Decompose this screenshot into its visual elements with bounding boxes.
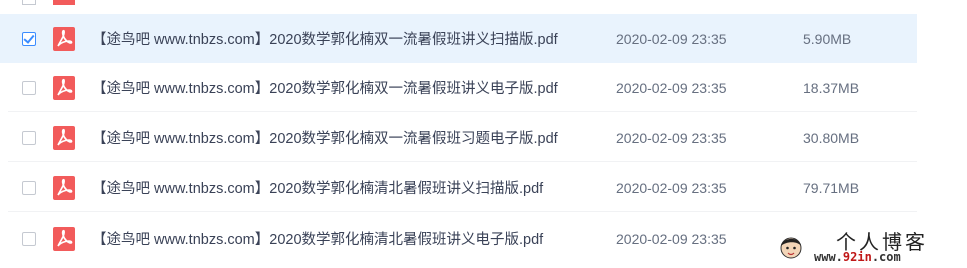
file-date: 2020-02-09 23:35 [616,230,727,247]
watermark-url-prefix: www. [814,250,843,264]
file-name[interactable]: 【途鸟吧 www.tnbzs.com】2020数学郭化楠清北暑假班讲义扫描版.p… [92,177,543,198]
pdf-file-icon [53,26,75,51]
file-name[interactable]: 【途鸟吧 www.tnbzs.com】2020数学郭化楠双一流暑假班讲义扫描版.… [92,28,558,49]
pdf-file-icon [53,226,75,251]
file-name[interactable]: 【途鸟吧 www.tnbzs.com】2020数学郭化楠清北暑假班讲义电子版.p… [92,228,543,249]
row-divider [8,161,917,162]
row-divider [8,211,917,212]
previous-row-pdf-icon [53,0,75,5]
file-row[interactable]: 【途鸟吧 www.tnbzs.com】2020数学郭化楠清北暑假班讲义扫描版.p… [0,163,917,212]
file-date: 2020-02-09 23:35 [616,79,727,96]
file-row[interactable]: 【途鸟吧 www.tnbzs.com】2020数学郭化楠双一流暑假班讲义电子版.… [0,63,917,112]
previous-row-checkbox[interactable] [22,0,36,5]
file-date: 2020-02-09 23:35 [616,30,727,47]
watermark-url-suffix: .com [871,250,901,264]
pdf-file-icon [53,175,75,200]
file-row[interactable]: 【途鸟吧 www.tnbzs.com】2020数学郭化楠双一流暑假班习题电子版.… [0,113,917,162]
watermark-url: www.92in.com [814,250,901,264]
blog-watermark: 个人博客 www.92in.com [768,226,963,266]
file-date: 2020-02-09 23:35 [616,129,727,146]
file-row[interactable]: 【途鸟吧 www.tnbzs.com】2020数学郭化楠双一流暑假班讲义扫描版.… [0,14,917,63]
row-checkbox[interactable] [22,180,36,195]
file-size: 30.80MB [803,129,860,146]
file-list: 【途鸟吧 www.tnbzs.com】2020数学郭化楠双一流暑假班讲义扫描版.… [0,0,967,268]
pdf-file-icon [53,125,75,150]
row-divider [8,111,917,112]
pdf-file-icon [53,75,75,100]
file-size: 79.71MB [803,179,860,196]
row-checkbox[interactable] [22,130,36,145]
avatar-icon [780,237,802,259]
row-checkbox[interactable] [22,80,36,95]
watermark-url-accent: 92in [842,250,872,264]
file-size: 18.37MB [803,79,860,96]
file-name[interactable]: 【途鸟吧 www.tnbzs.com】2020数学郭化楠双一流暑假班习题电子版.… [92,127,558,148]
file-size: 5.90MB [803,30,852,47]
row-checkbox[interactable] [22,31,36,46]
file-name[interactable]: 【途鸟吧 www.tnbzs.com】2020数学郭化楠双一流暑假班讲义电子版.… [92,77,558,98]
file-date: 2020-02-09 23:35 [616,179,727,196]
row-checkbox[interactable] [22,231,36,246]
